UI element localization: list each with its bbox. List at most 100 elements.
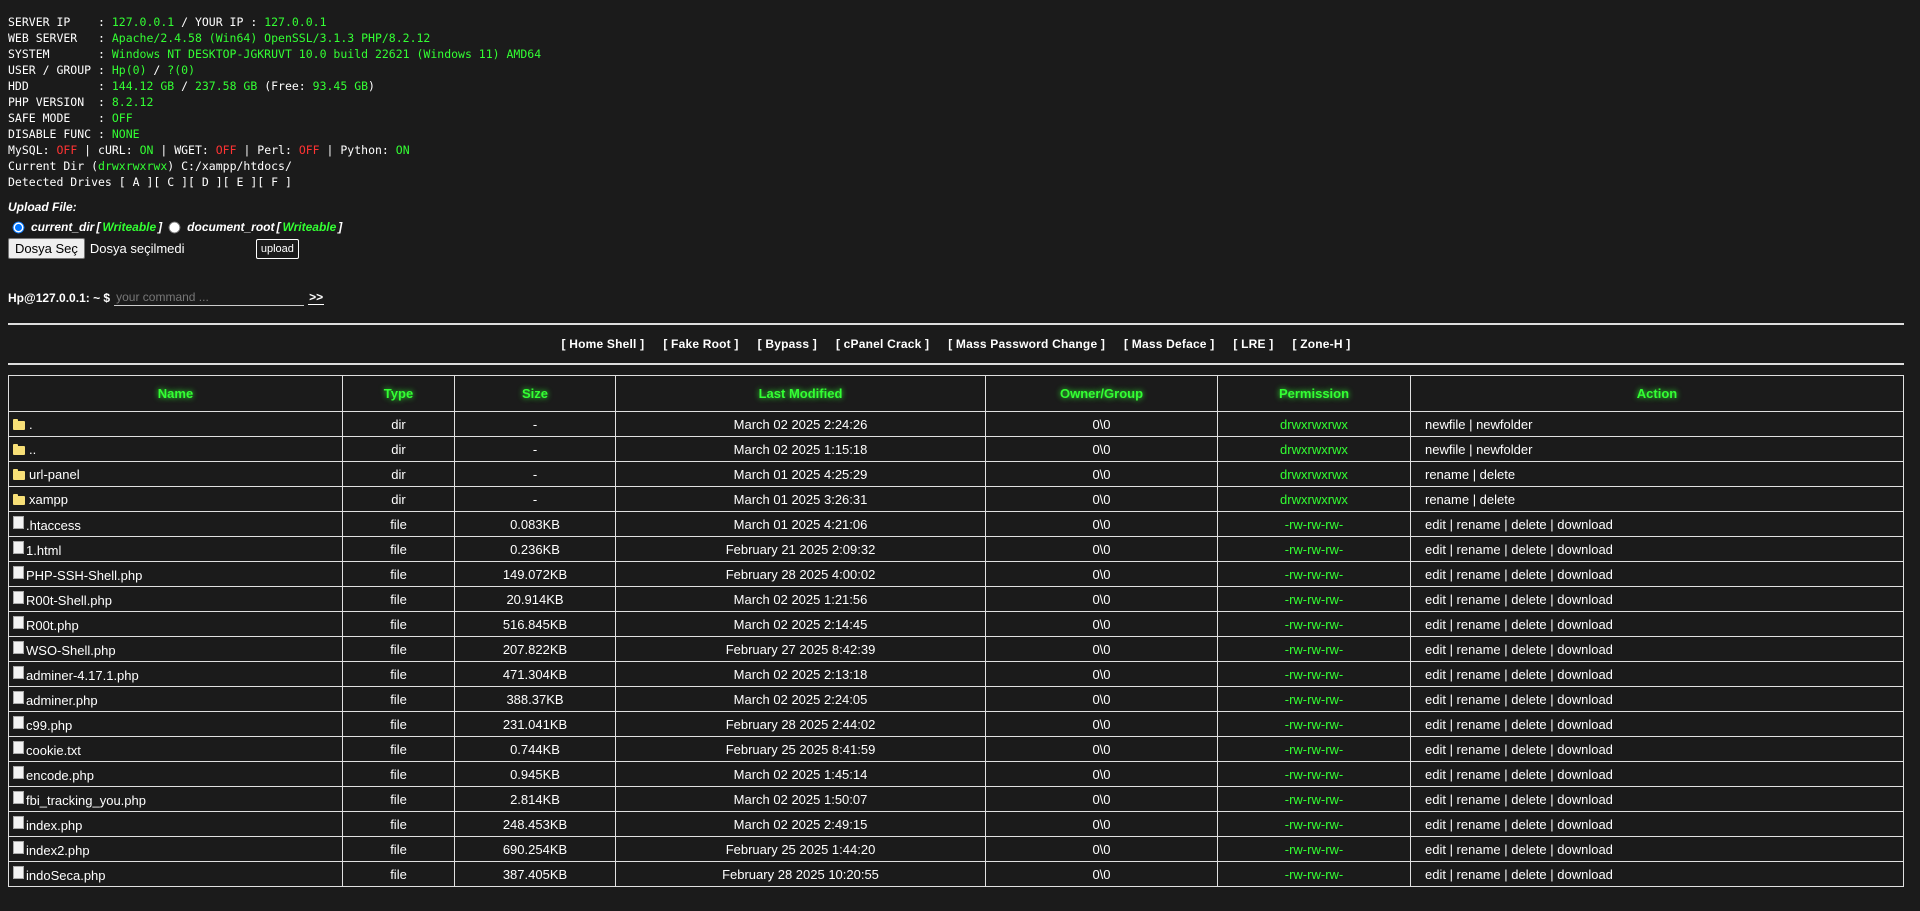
cell-name[interactable]: .htaccess: [8, 511, 343, 537]
choose-file-button[interactable]: Dosya Seç: [8, 238, 85, 259]
header-size[interactable]: Size: [454, 375, 616, 412]
cell-action[interactable]: edit | rename | delete | download: [1410, 711, 1904, 737]
header-permission[interactable]: Permission: [1217, 375, 1411, 412]
cell-permission[interactable]: -rw-rw-rw-: [1217, 611, 1411, 637]
cell-permission[interactable]: drwxrwxrwx: [1217, 436, 1411, 462]
cell-permission[interactable]: -rw-rw-rw-: [1217, 511, 1411, 537]
cell-permission[interactable]: -rw-rw-rw-: [1217, 861, 1411, 887]
header-owner-group[interactable]: Owner/Group: [985, 375, 1218, 412]
cell-permission[interactable]: -rw-rw-rw-: [1217, 661, 1411, 687]
file-name[interactable]: adminer-4.17.1.php: [26, 668, 139, 683]
cell-permission[interactable]: drwxrwxrwx: [1217, 486, 1411, 512]
cell-name[interactable]: R00t.php: [8, 611, 343, 637]
file-name[interactable]: encode.php: [26, 768, 94, 783]
cell-action[interactable]: edit | rename | delete | download: [1410, 761, 1904, 787]
cell-name[interactable]: adminer.php: [8, 686, 343, 712]
file-name[interactable]: adminer.php: [26, 693, 98, 708]
cell-name[interactable]: WSO-Shell.php: [8, 636, 343, 662]
file-name[interactable]: .: [29, 417, 33, 432]
file-name[interactable]: index.php: [26, 818, 82, 833]
cell-permission[interactable]: drwxrwxrwx: [1217, 461, 1411, 487]
cell-permission[interactable]: -rw-rw-rw-: [1217, 536, 1411, 562]
cell-permission[interactable]: -rw-rw-rw-: [1217, 561, 1411, 587]
cell-action[interactable]: newfile | newfolder: [1410, 436, 1904, 462]
menu-zone-h[interactable]: [ Zone-H ]: [1292, 337, 1350, 351]
cell-name[interactable]: .: [8, 411, 343, 437]
current-dir-radio[interactable]: [12, 221, 25, 233]
command-input[interactable]: [114, 289, 305, 306]
menu-mass-password-change[interactable]: [ Mass Password Change ]: [948, 337, 1105, 351]
cell-name[interactable]: xampp: [8, 486, 343, 512]
cell-action[interactable]: rename | delete: [1410, 461, 1904, 487]
cell-action[interactable]: edit | rename | delete | download: [1410, 836, 1904, 862]
cell-name[interactable]: index.php: [8, 811, 343, 837]
header-type[interactable]: Type: [342, 375, 455, 412]
cell-name[interactable]: url-panel: [8, 461, 343, 487]
cell-action[interactable]: edit | rename | delete | download: [1410, 736, 1904, 762]
file-name[interactable]: c99.php: [26, 718, 72, 733]
document-root-radio[interactable]: [168, 221, 181, 233]
cell-action[interactable]: edit | rename | delete | download: [1410, 661, 1904, 687]
cell-permission[interactable]: -rw-rw-rw-: [1217, 761, 1411, 787]
cell-permission[interactable]: -rw-rw-rw-: [1217, 786, 1411, 812]
cell-action[interactable]: newfile | newfolder: [1410, 411, 1904, 437]
file-name[interactable]: R00t-Shell.php: [26, 593, 112, 608]
upload-button[interactable]: upload: [255, 238, 299, 259]
menu-fake-root[interactable]: [ Fake Root ]: [663, 337, 738, 351]
command-submit-button[interactable]: >>: [308, 290, 325, 305]
cell-name[interactable]: fbi_tracking_you.php: [8, 786, 343, 812]
cell-action[interactable]: edit | rename | delete | download: [1410, 861, 1904, 887]
file-name[interactable]: .htaccess: [26, 518, 81, 533]
cell-name[interactable]: index2.php: [8, 836, 343, 862]
cell-permission[interactable]: -rw-rw-rw-: [1217, 636, 1411, 662]
cell-action[interactable]: rename | delete: [1410, 486, 1904, 512]
cell-size: -: [454, 461, 616, 487]
cell-name[interactable]: PHP-SSH-Shell.php: [8, 561, 343, 587]
file-name[interactable]: fbi_tracking_you.php: [26, 793, 146, 808]
cell-action[interactable]: edit | rename | delete | download: [1410, 636, 1904, 662]
menu-mass-deface[interactable]: [ Mass Deface ]: [1124, 337, 1214, 351]
file-name[interactable]: url-panel: [29, 467, 80, 482]
cell-name[interactable]: c99.php: [8, 711, 343, 737]
file-name[interactable]: ..: [29, 442, 36, 457]
cell-permission[interactable]: -rw-rw-rw-: [1217, 686, 1411, 712]
cell-name[interactable]: ..: [8, 436, 343, 462]
menu-cpanel-crack[interactable]: [ cPanel Crack ]: [836, 337, 929, 351]
cell-action[interactable]: edit | rename | delete | download: [1410, 561, 1904, 587]
cell-name[interactable]: adminer-4.17.1.php: [8, 661, 343, 687]
cell-permission[interactable]: -rw-rw-rw-: [1217, 586, 1411, 612]
cell-name[interactable]: cookie.txt: [8, 736, 343, 762]
cell-name[interactable]: 1.html: [8, 536, 343, 562]
cell-action[interactable]: edit | rename | delete | download: [1410, 586, 1904, 612]
cell-name[interactable]: encode.php: [8, 761, 343, 787]
menu-lre[interactable]: [ LRE ]: [1233, 337, 1273, 351]
header-name[interactable]: Name: [8, 375, 343, 412]
file-name[interactable]: xampp: [29, 492, 68, 507]
header-last-modified[interactable]: Last Modified: [615, 375, 986, 412]
cell-action[interactable]: edit | rename | delete | download: [1410, 686, 1904, 712]
cell-action[interactable]: edit | rename | delete | download: [1410, 811, 1904, 837]
menu-bypass[interactable]: [ Bypass ]: [758, 337, 817, 351]
file-name[interactable]: R00t.php: [26, 618, 79, 633]
detected-drives[interactable]: Detected Drives [ A ][ C ][ D ][ E ][ F …: [8, 175, 292, 189]
file-name[interactable]: cookie.txt: [26, 743, 81, 758]
cell-permission[interactable]: -rw-rw-rw-: [1217, 836, 1411, 862]
file-name[interactable]: WSO-Shell.php: [26, 643, 116, 658]
cell-permission[interactable]: drwxrwxrwx: [1217, 411, 1411, 437]
file-name[interactable]: indoSeca.php: [26, 868, 106, 883]
file-name[interactable]: index2.php: [26, 843, 90, 858]
menu-home-shell[interactable]: [ Home Shell ]: [562, 337, 645, 351]
current-dir-path[interactable]: ) C:/xampp/htdocs/: [167, 159, 292, 173]
cell-name[interactable]: indoSeca.php: [8, 861, 343, 887]
cell-permission[interactable]: -rw-rw-rw-: [1217, 811, 1411, 837]
file-name[interactable]: 1.html: [26, 543, 61, 558]
cell-permission[interactable]: -rw-rw-rw-: [1217, 711, 1411, 737]
header-action[interactable]: Action: [1410, 375, 1904, 412]
cell-name[interactable]: R00t-Shell.php: [8, 586, 343, 612]
cell-action[interactable]: edit | rename | delete | download: [1410, 786, 1904, 812]
cell-permission[interactable]: -rw-rw-rw-: [1217, 736, 1411, 762]
cell-action[interactable]: edit | rename | delete | download: [1410, 611, 1904, 637]
file-name[interactable]: PHP-SSH-Shell.php: [26, 568, 142, 583]
cell-action[interactable]: edit | rename | delete | download: [1410, 511, 1904, 537]
cell-action[interactable]: edit | rename | delete | download: [1410, 536, 1904, 562]
